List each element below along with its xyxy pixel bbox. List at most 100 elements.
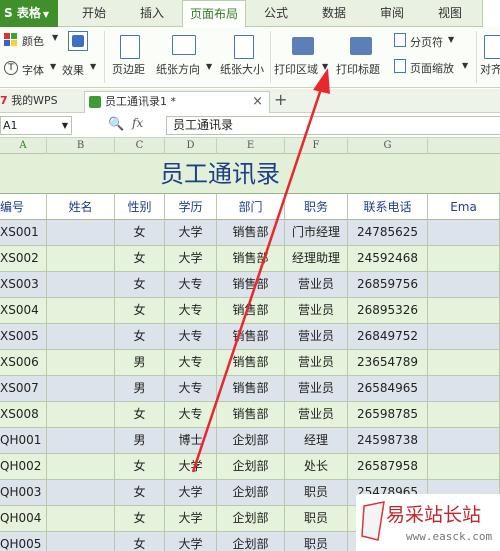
cell-education[interactable]: 大学 xyxy=(165,532,217,551)
cell-name[interactable] xyxy=(47,428,115,453)
cell-department[interactable]: 企划部 xyxy=(217,506,285,531)
table-row[interactable]: QH002 女大学 企划部 处长 26587958 xyxy=(0,454,500,480)
cell-id[interactable]: QH004 xyxy=(0,506,47,531)
cell-name[interactable] xyxy=(47,454,115,479)
cell-gender[interactable]: 女 xyxy=(115,402,165,427)
cell-email[interactable] xyxy=(428,428,500,453)
cell-position[interactable]: 职员 xyxy=(285,532,348,551)
cell-department[interactable]: 销售部 xyxy=(217,376,285,401)
cell-email[interactable] xyxy=(428,220,500,245)
header-cell-id[interactable]: 编号 xyxy=(0,194,47,219)
header-row[interactable]: 编号 姓名 性别 学历 部门 职务 联系电话 Ema xyxy=(0,194,500,220)
cell-id[interactable]: QH003 xyxy=(0,480,47,505)
cell-name[interactable] xyxy=(47,298,115,323)
sheet-title-row[interactable]: 员工通讯录 xyxy=(0,154,500,194)
menu-view[interactable]: 视图 xyxy=(428,0,472,27)
name-box[interactable]: A1 ▼ xyxy=(0,116,72,135)
more-tab[interactable] xyxy=(482,0,500,27)
cell-name[interactable] xyxy=(47,376,115,401)
cell-name[interactable] xyxy=(47,532,115,551)
column-header[interactable]: B xyxy=(47,138,115,154)
print-titles-button[interactable]: 打印标题 xyxy=(334,31,388,83)
cell-id[interactable]: QH002 xyxy=(0,454,47,479)
cell-name[interactable] xyxy=(47,272,115,297)
cell-id[interactable]: XS001 xyxy=(0,220,47,245)
cell-education[interactable]: 大学 xyxy=(165,506,217,531)
table-row[interactable]: XS002 女大学 销售部 经理助理 24592468 xyxy=(0,246,500,272)
function-icon[interactable]: fx xyxy=(132,116,143,130)
menu-insert[interactable]: 插入 xyxy=(128,0,176,27)
cell-email[interactable] xyxy=(428,298,500,323)
column-header[interactable]: A xyxy=(0,138,47,154)
new-tab-button[interactable]: + xyxy=(274,91,290,113)
cell-name[interactable] xyxy=(47,350,115,375)
cell-name[interactable] xyxy=(47,324,115,349)
cell-gender[interactable]: 女 xyxy=(115,246,165,271)
cell-email[interactable] xyxy=(428,272,500,297)
cell-id[interactable]: XS003 xyxy=(0,272,47,297)
cell-id[interactable]: XS004 xyxy=(0,298,47,323)
cell-gender[interactable]: 女 xyxy=(115,532,165,551)
cell-department[interactable]: 企划部 xyxy=(217,454,285,479)
cell-id[interactable]: XS008 xyxy=(0,402,47,427)
cell-gender[interactable]: 女 xyxy=(115,454,165,479)
cell-gender[interactable]: 女 xyxy=(115,324,165,349)
tab-my-wps[interactable]: 7 我的WPS xyxy=(0,91,80,113)
column-header[interactable]: F xyxy=(285,138,348,154)
cell-id[interactable]: QH001 xyxy=(0,428,47,453)
cell-id[interactable]: XS005 xyxy=(0,324,47,349)
tab-employee-directory[interactable]: 员工通讯录1 * × xyxy=(84,91,270,113)
table-row[interactable]: XS007 男大专 销售部 营业员 26584965 xyxy=(0,376,500,402)
table-row[interactable]: XS001 女大学 销售部 门市经理 24785625 xyxy=(0,220,500,246)
menu-page-layout[interactable]: 页面布局 xyxy=(182,0,246,28)
cell-gender[interactable]: 男 xyxy=(115,376,165,401)
cell-name[interactable] xyxy=(47,220,115,245)
cell-email[interactable] xyxy=(428,454,500,479)
cell-position[interactable]: 营业员 xyxy=(285,350,348,375)
menu-review[interactable]: 审阅 xyxy=(370,0,414,27)
table-row[interactable]: XS004 女大专 销售部 营业员 26895326 xyxy=(0,298,500,324)
orientation-button[interactable]: 纸张方向 ▼ xyxy=(154,31,214,83)
cell-department[interactable]: 销售部 xyxy=(217,246,285,271)
cell-gender[interactable]: 女 xyxy=(115,480,165,505)
cell-phone[interactable]: 24598738 xyxy=(348,428,428,453)
cell-phone[interactable]: 26598785 xyxy=(348,402,428,427)
cell-phone[interactable]: 23654789 xyxy=(348,350,428,375)
cell-email[interactable] xyxy=(428,324,500,349)
close-icon[interactable]: × xyxy=(252,92,263,112)
cell-position[interactable]: 经理助理 xyxy=(285,246,348,271)
cell-phone[interactable]: 26584965 xyxy=(348,376,428,401)
cell-name[interactable] xyxy=(47,246,115,271)
cell-phone[interactable]: 26587958 xyxy=(348,454,428,479)
cell-position[interactable]: 营业员 xyxy=(285,376,348,401)
cell-education[interactable]: 博士 xyxy=(165,428,217,453)
effects-button[interactable]: 效果 ▼ xyxy=(60,60,100,78)
fonts-button[interactable]: T 字体 ▼ xyxy=(4,60,60,78)
cell-phone[interactable]: 26859756 xyxy=(348,272,428,297)
cell-education[interactable]: 大专 xyxy=(165,376,217,401)
header-cell-name[interactable]: 姓名 xyxy=(47,194,115,219)
cell-education[interactable]: 大专 xyxy=(165,350,217,375)
cell-gender[interactable]: 女 xyxy=(115,298,165,323)
cell-name[interactable] xyxy=(47,402,115,427)
page-scale-button[interactable]: 页面缩放 ▼ xyxy=(392,57,472,77)
cell-email[interactable] xyxy=(428,376,500,401)
cell-email[interactable] xyxy=(428,246,500,271)
cell-position[interactable]: 职员 xyxy=(285,480,348,505)
zoom-search-icon[interactable]: 🔍 xyxy=(108,117,124,132)
cell-department[interactable]: 销售部 xyxy=(217,402,285,427)
cell-department[interactable]: 销售部 xyxy=(217,298,285,323)
cell-position[interactable]: 营业员 xyxy=(285,324,348,349)
theme-button[interactable] xyxy=(66,31,90,57)
header-cell-gender[interactable]: 性别 xyxy=(115,194,165,219)
cell-department[interactable]: 销售部 xyxy=(217,324,285,349)
cell-gender[interactable]: 男 xyxy=(115,428,165,453)
header-cell-phone[interactable]: 联系电话 xyxy=(348,194,428,219)
cell-position[interactable]: 门市经理 xyxy=(285,220,348,245)
margins-button[interactable]: 页边距 xyxy=(110,31,152,83)
cell-phone[interactable]: 26849752 xyxy=(348,324,428,349)
cell-education[interactable]: 大学 xyxy=(165,480,217,505)
cell-email[interactable] xyxy=(428,350,500,375)
cell-id[interactable]: XS006 xyxy=(0,350,47,375)
cell-phone[interactable]: 24785625 xyxy=(348,220,428,245)
